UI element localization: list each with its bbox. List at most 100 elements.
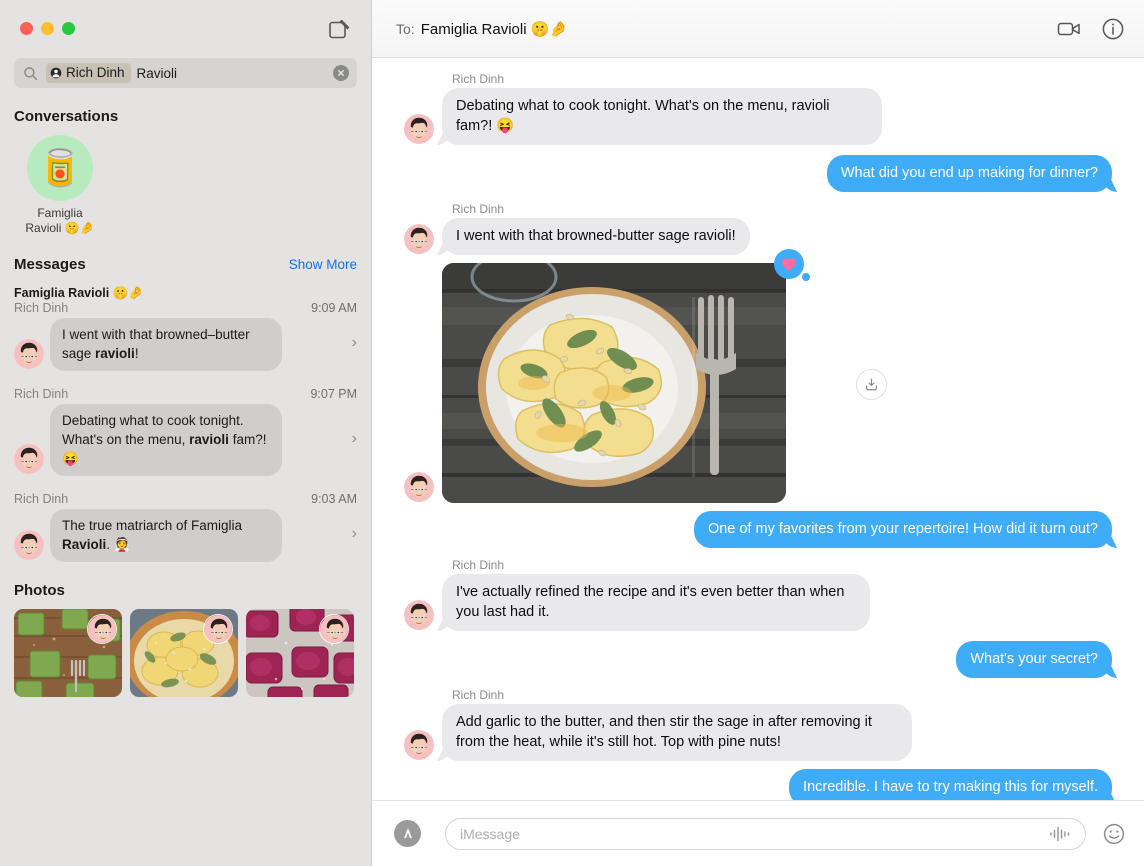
result-timestamp: 9:07 PM (310, 387, 357, 401)
conversation-name-line2: Ravioli 🤫🤌 (25, 221, 95, 235)
info-icon[interactable] (1100, 16, 1126, 42)
message-group: Rich Dinh Add garlic to the butter, and … (390, 688, 1122, 761)
chevron-right-icon[interactable]: › (352, 334, 357, 352)
message-bubble[interactable]: I went with that browned-butter sage rav… (442, 218, 750, 255)
message-sender-label: Rich Dinh (452, 688, 505, 702)
message-group-attachment (390, 249, 1122, 503)
message-result-row[interactable]: Famiglia Ravioli 🤫🤌 Rich Dinh 9:09 AM I … (0, 279, 371, 373)
result-text-match: ravioli (95, 346, 135, 361)
message-thread: Rich Dinh Debating what to cook tonight.… (372, 58, 1144, 800)
conversations-results: 🥫 Famiglia Ravioli 🤫🤌 (0, 125, 371, 236)
message-bubble[interactable]: What's your secret? (956, 641, 1112, 678)
photo-thumbnail[interactable] (14, 609, 122, 697)
photo-thumbnail[interactable] (246, 609, 354, 697)
conversations-heading: Conversations (14, 108, 119, 125)
result-bubble: Debating what to cook tonight. What's on… (50, 404, 282, 476)
message-group: Incredible. I have to try making this fo… (390, 769, 1122, 800)
compose-new-message-icon[interactable] (327, 18, 351, 42)
traffic-lights (20, 22, 75, 35)
message-sender-label: Rich Dinh (452, 558, 505, 572)
search-icon (24, 66, 38, 80)
result-body: I went with that browned–butter sage rav… (0, 315, 371, 371)
clear-icon[interactable] (333, 65, 349, 81)
message-group: What's your secret? (390, 641, 1122, 678)
chevron-right-icon[interactable]: › (352, 525, 357, 543)
imessage-input[interactable]: iMessage (445, 817, 1086, 850)
video-camera-icon[interactable] (1056, 16, 1082, 42)
close-button[interactable] (20, 22, 33, 35)
messages-window: Rich Dinh Ravioli Conversations 🥫 Famigl… (0, 0, 1144, 866)
contact-icon (50, 67, 62, 78)
messages-heading-row: Messages Show More (0, 236, 371, 273)
result-text-after: . 👰 (106, 537, 131, 552)
avatar (14, 444, 44, 474)
result-body: The true matriarch of Famiglia Ravioli. … (0, 506, 371, 562)
result-conversation-title: Famiglia Ravioli 🤫🤌 (14, 286, 144, 300)
show-more-link[interactable]: Show More (289, 257, 357, 272)
message-bubble[interactable]: What did you end up making for dinner? (826, 155, 1112, 192)
result-sender: Rich Dinh (14, 301, 69, 315)
message-row-incoming: Debating what to cook tonight. What's on… (390, 88, 1122, 145)
message-result-row[interactable]: Rich Dinh 9:03 AM The true matriarch of … (0, 486, 371, 564)
result-bubble: The true matriarch of Famiglia Ravioli. … (50, 509, 282, 562)
message-row-attachment (390, 249, 1122, 503)
avatar (404, 114, 434, 144)
avatar (404, 730, 434, 760)
search-token-contact[interactable]: Rich Dinh (46, 63, 131, 83)
recipient-name[interactable]: Famiglia Ravioli 🤫🤌 (421, 20, 568, 38)
conversation-result-famiglia-ravioli[interactable]: 🥫 Famiglia Ravioli 🤫🤌 (14, 135, 106, 236)
compose-bar: iMessage (372, 800, 1144, 866)
conversation-name-line1: Famiglia (37, 206, 83, 220)
result-timestamp: 9:09 AM (311, 301, 357, 315)
message-group: What did you end up making for dinner? (390, 155, 1122, 192)
result-sender: Rich Dinh (14, 387, 69, 401)
minimize-button[interactable] (41, 22, 54, 35)
sidebar: Rich Dinh Ravioli Conversations 🥫 Famigl… (0, 0, 371, 866)
heart-tapback-icon[interactable] (774, 249, 810, 281)
message-bubble[interactable]: I've actually refined the recipe and it'… (442, 574, 870, 631)
to-label: To: (396, 20, 415, 37)
avatar (14, 339, 44, 369)
message-bubble[interactable]: Incredible. I have to try making this fo… (789, 769, 1112, 800)
message-bubble[interactable]: Add garlic to the butter, and then stir … (442, 704, 912, 761)
message-sender-label: Rich Dinh (452, 72, 505, 86)
message-result-row[interactable]: Rich Dinh 9:07 PM Debating what to cook … (0, 381, 371, 478)
search-query-text: Ravioli (136, 65, 178, 81)
conversation-header: To: Famiglia Ravioli 🤫🤌 (372, 0, 1144, 58)
search-token-label: Rich Dinh (66, 65, 125, 80)
message-bubble[interactable]: Debating what to cook tonight. What's on… (442, 88, 882, 145)
avatar (319, 614, 349, 644)
photos-heading: Photos (14, 582, 65, 599)
result-meta: Rich Dinh 9:07 PM (0, 387, 371, 401)
result-meta: Rich Dinh 9:03 AM (0, 492, 371, 506)
imessage-placeholder: iMessage (460, 825, 520, 842)
result-text-before: I went with that browned–butter sage (62, 327, 250, 361)
app-store-icon[interactable] (394, 820, 421, 847)
message-sender-label: Rich Dinh (452, 202, 505, 216)
image-attachment[interactable] (442, 263, 786, 503)
message-row-outgoing: Incredible. I have to try making this fo… (390, 769, 1122, 800)
message-row-incoming: Add garlic to the butter, and then stir … (390, 704, 1122, 761)
search-field[interactable]: Rich Dinh Ravioli (14, 58, 357, 88)
result-text-match: ravioli (189, 432, 229, 447)
message-bubble[interactable]: One of my favorites from your repertoire… (693, 511, 1112, 548)
avatar (87, 614, 117, 644)
photo-thumbnail[interactable] (130, 609, 238, 697)
message-row-incoming: I went with that browned-butter sage rav… (390, 218, 1122, 255)
result-bubble: I went with that browned–butter sage rav… (50, 318, 282, 371)
message-row-incoming: I've actually refined the recipe and it'… (390, 574, 1122, 631)
result-text-after: ! (134, 346, 139, 361)
audio-waveform-icon[interactable] (1049, 826, 1071, 842)
photos-results (0, 599, 371, 697)
result-meta: Rich Dinh 9:09 AM (0, 301, 371, 315)
avatar (404, 472, 434, 502)
message-group: Rich Dinh Debating what to cook tonight.… (390, 72, 1122, 145)
message-row-outgoing: One of my favorites from your repertoire… (390, 511, 1122, 548)
download-icon[interactable] (856, 369, 887, 400)
avatar (203, 614, 233, 644)
tomato-can-emoji: 🥫 (37, 147, 83, 188)
attachment-wrapper (442, 249, 887, 503)
chevron-right-icon[interactable]: › (352, 430, 357, 448)
emoji-smiley-icon[interactable] (1102, 822, 1126, 846)
zoom-button[interactable] (62, 22, 75, 35)
